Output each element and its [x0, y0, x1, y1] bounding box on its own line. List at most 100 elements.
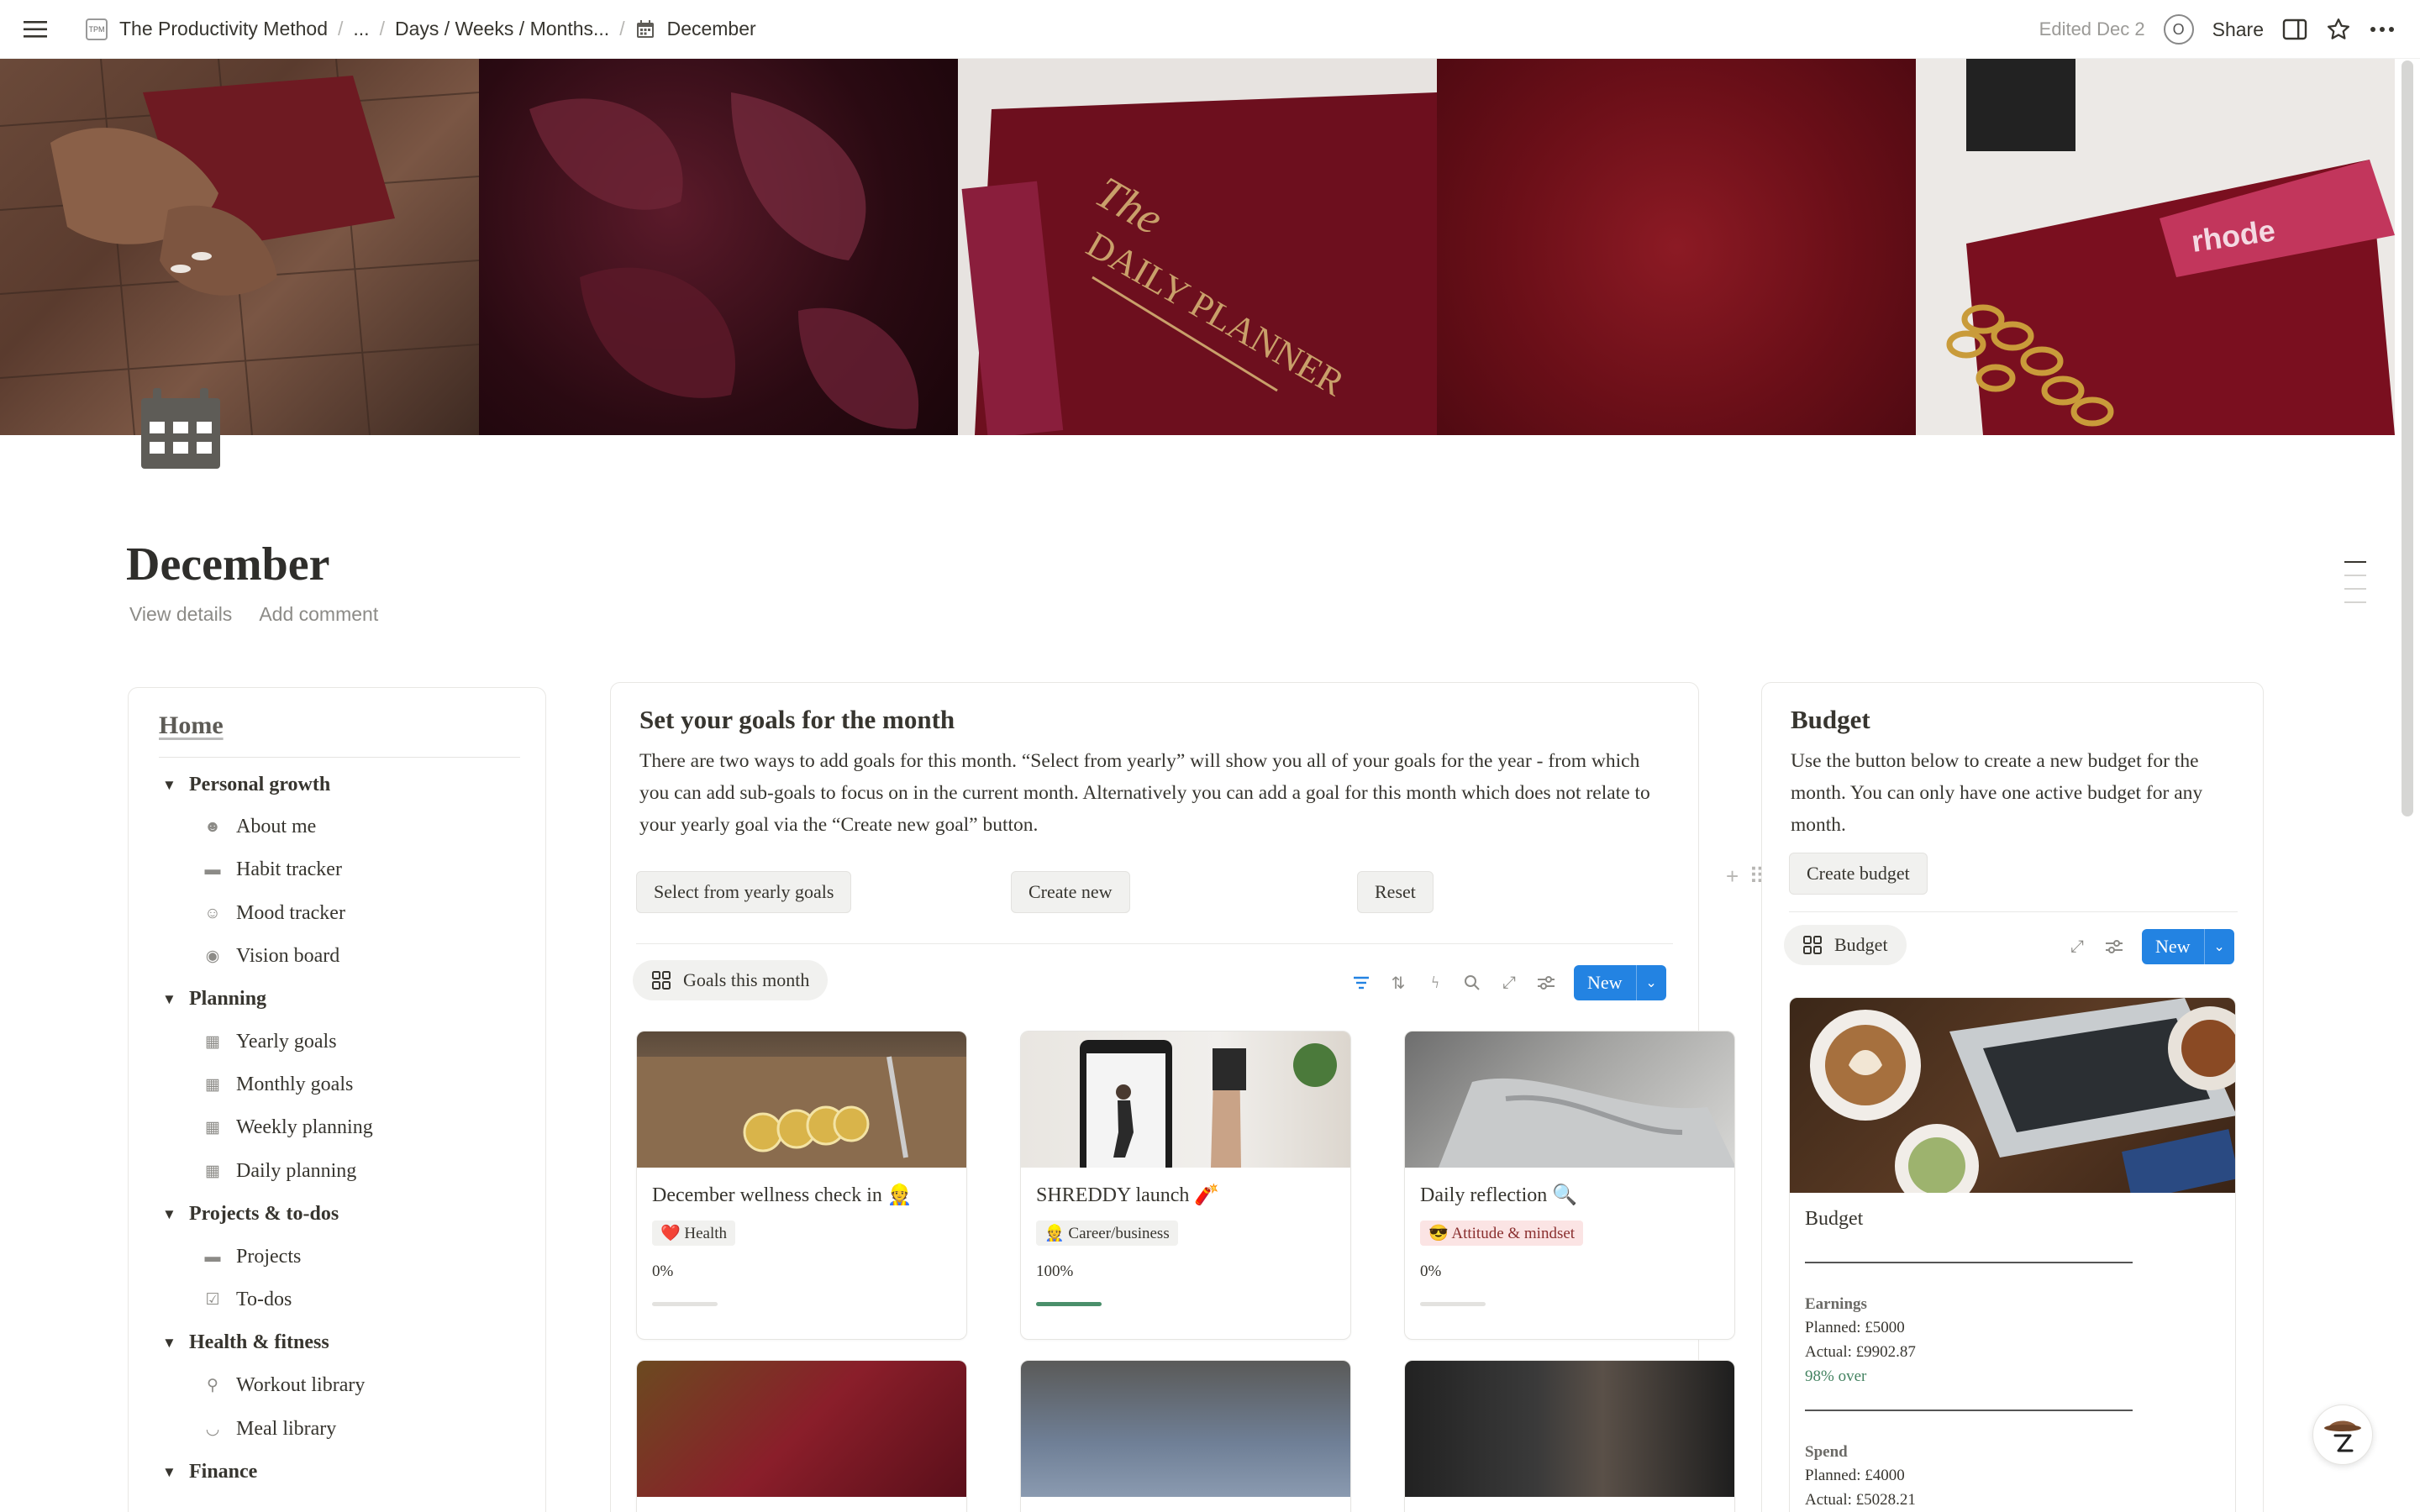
new-budget-button[interactable]: New ⌄ — [2142, 929, 2234, 964]
nav-item-todos[interactable]: ☑ To-dos — [203, 1289, 292, 1311]
nav-item-vision-board[interactable]: ◉ Vision board — [203, 945, 340, 968]
toc-line[interactable] — [2344, 601, 2366, 603]
collapse-triangle-icon[interactable]: ▼ — [162, 991, 189, 1008]
breadcrumb-december[interactable]: December — [629, 18, 763, 40]
breadcrumb-workspace[interactable]: TPM The Productivity Method — [79, 18, 334, 40]
new-goal-button[interactable]: New ⌄ — [1574, 965, 1666, 1000]
settings-icon[interactable] — [2105, 937, 2123, 956]
breadcrumb-separator: / — [619, 18, 625, 39]
menu-icon[interactable] — [20, 14, 50, 45]
nav-item-projects[interactable]: ▬ Projects — [203, 1246, 302, 1268]
breadcrumb-label: December — [666, 18, 756, 39]
sidebar-toggle-icon[interactable] — [2282, 18, 2307, 40]
avatar[interactable]: O — [2163, 14, 2194, 45]
goal-card[interactable] — [636, 1360, 967, 1512]
chevron-down-icon[interactable]: ⌄ — [2203, 929, 2234, 964]
nav-section-label: Personal growth — [189, 774, 331, 795]
view-tab-budget[interactable]: Budget — [1784, 925, 1907, 965]
goal-progress-percent: 0% — [1420, 1263, 1442, 1280]
expand-icon[interactable]: ⤢ — [2068, 937, 2086, 956]
collapse-triangle-icon[interactable]: ▼ — [162, 777, 189, 794]
collapse-triangle-icon[interactable]: ▼ — [162, 1464, 189, 1481]
create-new-button[interactable]: Create new — [1011, 871, 1130, 913]
nav-section-finance[interactable]: ▼ Finance — [162, 1461, 257, 1483]
nav-item-habit-tracker[interactable]: ▬ Habit tracker — [203, 858, 342, 881]
automation-icon[interactable]: ϟ — [1426, 974, 1444, 992]
help-avatar-icon[interactable] — [2312, 1404, 2373, 1465]
reset-button[interactable]: Reset — [1357, 871, 1434, 913]
nav-item-mood-tracker[interactable]: ☺ Mood tracker — [203, 902, 345, 925]
goal-card[interactable]: December wellness check in 👷 ❤️ Health 0… — [636, 1031, 967, 1340]
nav-item-workout-library[interactable]: ⚲ Workout library — [203, 1374, 365, 1397]
nav-item-label: Yearly goals — [236, 1031, 337, 1053]
filter-icon[interactable] — [1352, 974, 1370, 992]
goal-card[interactable] — [1020, 1360, 1351, 1512]
earnings-actual: Actual: £9902.87 — [1805, 1343, 1916, 1361]
divider — [1789, 911, 2238, 912]
card-image-lemons — [637, 1032, 966, 1168]
nav-item-about-me[interactable]: ☻ About me — [203, 816, 316, 838]
breadcrumb-separator: / — [338, 18, 344, 39]
nav-section-label: Projects & to-dos — [189, 1203, 339, 1225]
new-button-label: New — [1587, 972, 1623, 993]
chevron-down-icon[interactable]: ⌄ — [1635, 965, 1666, 1000]
nav-section-personal-growth[interactable]: ▼ Personal growth — [162, 774, 330, 796]
goal-card[interactable]: SHREDDY launch 🧨 👷 Career/business 100% — [1020, 1031, 1351, 1340]
goal-progress-percent: 100% — [1036, 1263, 1074, 1280]
book-icon: ▬ — [204, 860, 221, 879]
nav-section-health-fitness[interactable]: ▼ Health & fitness — [162, 1331, 329, 1354]
nav-item-yearly-goals[interactable]: ▦ Yearly goals — [203, 1031, 337, 1053]
budget-card[interactable]: Budget Earnings Planned: £5000 Actual: £… — [1789, 997, 2236, 1512]
goal-card[interactable] — [1404, 1360, 1735, 1512]
goal-card-title: SHREDDY launch 🧨 — [1036, 1184, 1220, 1206]
add-comment-link[interactable]: Add comment — [259, 603, 378, 626]
table-of-contents[interactable] — [2344, 561, 2366, 603]
nav-item-monthly-goals[interactable]: ▦ Monthly goals — [203, 1074, 353, 1096]
page-calendar-icon[interactable] — [134, 386, 227, 470]
title-actions: View details Add comment — [129, 603, 378, 626]
expand-icon[interactable]: ⤢ — [1500, 974, 1518, 992]
goal-progress-bar — [1420, 1302, 1486, 1306]
view-tab-goals-this-month[interactable]: Goals this month — [633, 960, 829, 1000]
add-block-icon[interactable]: + — [1726, 864, 1739, 890]
database-toolbar: ⇅ ϟ ⤢ New ⌄ — [1352, 965, 1666, 1000]
create-budget-button[interactable]: Create budget — [1789, 853, 1928, 895]
nav-section-label: Finance — [189, 1461, 258, 1483]
card-image-selfie — [1405, 1361, 1734, 1497]
nav-item-label: Daily planning — [236, 1160, 357, 1182]
star-icon[interactable] — [2326, 17, 2351, 42]
search-icon[interactable] — [1463, 974, 1481, 992]
nav-item-weekly-planning[interactable]: ▦ Weekly planning — [203, 1116, 373, 1139]
breadcrumb-ellipsis[interactable]: ... — [346, 18, 376, 40]
divider — [159, 757, 520, 758]
nav-item-daily-planning[interactable]: ▦ Daily planning — [203, 1160, 356, 1183]
nav-section-projects-todos[interactable]: ▼ Projects & to-dos — [162, 1203, 339, 1226]
nav-section-label: Planning — [189, 988, 267, 1010]
view-tab-label: Budget — [1834, 934, 1888, 955]
collapse-triangle-icon[interactable]: ▼ — [162, 1206, 189, 1223]
toc-line[interactable] — [2344, 575, 2366, 576]
goal-tag-label: 😎 Attitude & mindset — [1428, 1225, 1576, 1242]
select-from-yearly-button[interactable]: Select from yearly goals — [636, 871, 852, 913]
breadcrumb-days-weeks-months[interactable]: Days / Weeks / Months... — [388, 18, 616, 40]
nav-item-label: Mood tracker — [236, 902, 345, 924]
toc-line[interactable] — [2344, 561, 2366, 563]
goal-tag: ❤️ Health — [652, 1221, 736, 1246]
share-button[interactable]: Share — [2212, 18, 2264, 41]
block-handle[interactable]: + ⠿ — [1726, 864, 1765, 890]
goal-progress-percent: 0% — [652, 1263, 674, 1280]
collapse-triangle-icon[interactable]: ▼ — [162, 1335, 189, 1352]
toc-line[interactable] — [2344, 588, 2366, 590]
nav-item-label: About me — [236, 816, 317, 837]
nav-item-meal-library[interactable]: ◡ Meal library — [203, 1418, 337, 1441]
home-link[interactable]: Home — [159, 711, 224, 740]
scrollbar[interactable] — [2402, 60, 2413, 816]
calendar-icon: ▦ — [205, 1119, 220, 1137]
view-details-link[interactable]: View details — [129, 603, 232, 626]
more-options-icon[interactable] — [2370, 26, 2395, 33]
nav-section-planning[interactable]: ▼ Planning — [162, 988, 266, 1011]
budget-toolbar: ⤢ New ⌄ — [2068, 929, 2234, 964]
goal-card[interactable]: Daily reflection 🔍 😎 Attitude & mindset … — [1404, 1031, 1735, 1340]
settings-icon[interactable] — [1537, 974, 1555, 992]
sort-icon[interactable]: ⇅ — [1389, 974, 1407, 993]
